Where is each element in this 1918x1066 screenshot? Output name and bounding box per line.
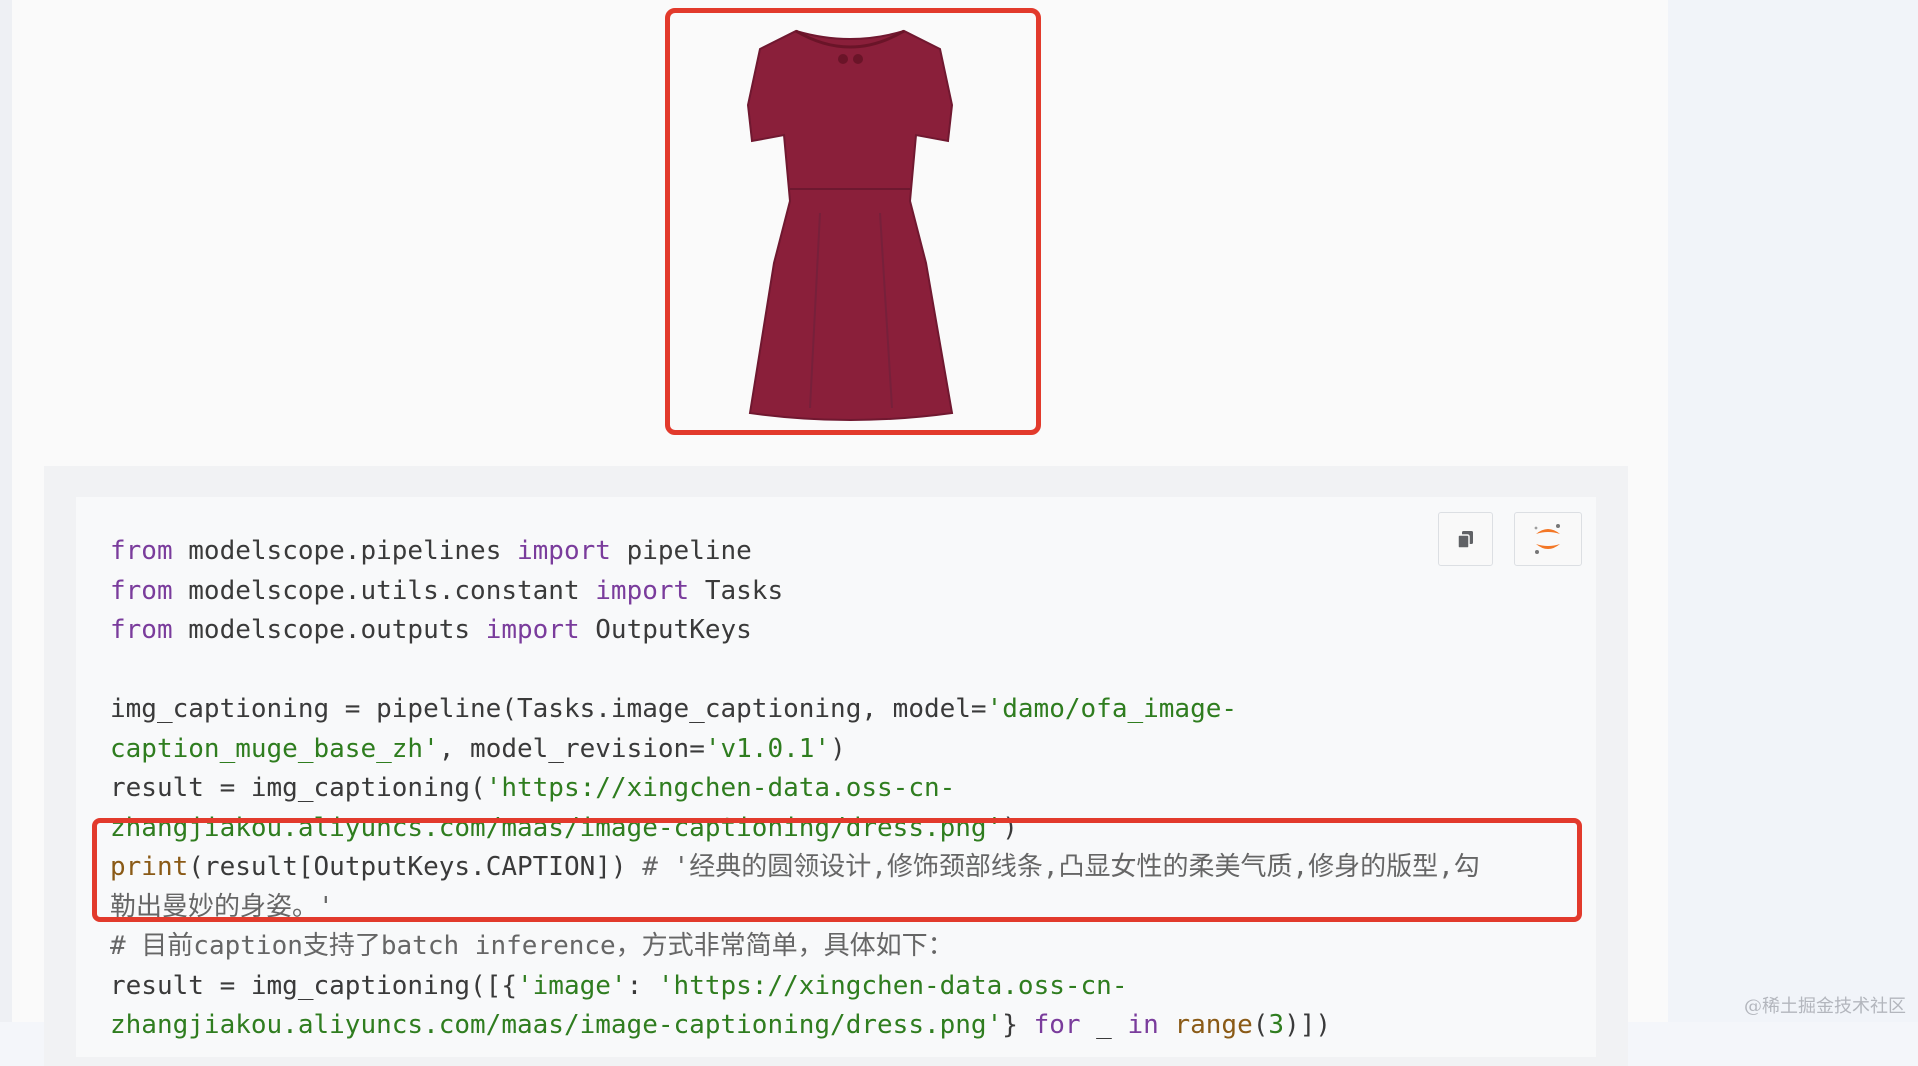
code-token: result = img_captioning([{ [110, 970, 517, 1001]
code-token: import [517, 536, 611, 566]
code-line: from modelscope.utils.constant import Ta… [110, 572, 783, 610]
code-token: pipeline [610, 536, 752, 566]
code-token: 'https://xingchen-data.oss-cn- [485, 773, 956, 803]
jupyter-icon [1534, 524, 1560, 554]
code-line: 勒出曼妙的身姿。' [110, 888, 334, 926]
code-token: for [1033, 1010, 1081, 1040]
code-line: from modelscope.outputs import OutputKey… [110, 611, 752, 649]
code-token: range [1174, 1010, 1253, 1040]
code-token: modelscope.pipelines [172, 536, 517, 566]
dress-image-frame [665, 8, 1041, 435]
code-token: # '经典的圆领设计,修饰颈部线条,凸显女性的柔美气质,修身的版型,勾 [642, 852, 1480, 882]
code-token: img_captioning = pipeline(Tasks.image_ca… [110, 694, 987, 724]
code-line: result = img_captioning([{'image': 'http… [110, 967, 1128, 1005]
copy-code-button[interactable] [1438, 512, 1493, 566]
code-token: # 目前caption支持了batch inference，方式非常简单，具体如… [110, 931, 954, 961]
left-margin [0, 0, 12, 1022]
code-token: from [110, 615, 173, 645]
code-token: 'image' [517, 970, 627, 1001]
code-token: )]) [1284, 1010, 1332, 1040]
code-token: OutputKeys [579, 615, 752, 645]
code-token: , model_revision= [438, 733, 705, 764]
code-token: (result[OutputKeys.CAPTION]) [188, 852, 643, 882]
code-line: print(result[OutputKeys.CAPTION]) # '经典的… [110, 848, 1480, 886]
code-token: 'v1.0.1' [704, 733, 831, 764]
code-token: 3 [1268, 1010, 1285, 1040]
code-token: print [110, 852, 189, 882]
code-token: ) [1002, 812, 1018, 843]
red-dress-image [746, 29, 954, 421]
code-token: 'damo/ofa_image- [986, 694, 1238, 724]
code-token: } [1002, 1010, 1034, 1040]
right-sidebar [1668, 0, 1918, 1022]
code-token: zhangjiakou.aliyuncs.com/maas/image-capt… [110, 1010, 1003, 1040]
code-token: 'https://xingchen-data.oss-cn- [657, 970, 1128, 1001]
code-line: caption_muge_base_zh', model_revision='v… [110, 730, 846, 768]
code-token: caption_muge_base_zh' [110, 733, 439, 764]
code-token: import [485, 615, 580, 645]
code-token: zhangjiakou.aliyuncs.com/maas/image-capt… [110, 812, 1003, 843]
code-line: result = img_captioning('https://xingche… [110, 769, 955, 807]
code-token: 勒出曼妙的身姿。' [110, 891, 334, 922]
code-token: Tasks [689, 575, 784, 606]
code-token: modelscope.outputs [172, 615, 486, 645]
code-line: zhangjiakou.aliyuncs.com/maas/image-capt… [110, 1006, 1331, 1044]
code-token: from [110, 536, 173, 566]
code-token: result = img_captioning( [110, 773, 486, 803]
code-token: import [595, 575, 690, 606]
watermark: @稀土掘金技术社区 [1744, 996, 1906, 1017]
open-in-notebook-button[interactable] [1514, 512, 1582, 566]
code-token: in [1127, 1010, 1159, 1040]
code-token: ) [830, 733, 846, 764]
code-line: img_captioning = pipeline(Tasks.image_ca… [110, 690, 1237, 728]
code-token: ( [1252, 1010, 1269, 1040]
code-token: modelscope.utils.constant [172, 575, 596, 606]
code-token: _ [1080, 1010, 1128, 1040]
code-token: : [626, 970, 658, 1001]
code-line: from modelscope.pipelines import pipelin… [110, 532, 752, 570]
code-line: # 目前caption支持了batch inference，方式非常简单，具体如… [110, 927, 954, 965]
copy-icon [1456, 531, 1473, 549]
code-token: from [110, 575, 173, 606]
code-line: zhangjiakou.aliyuncs.com/maas/image-capt… [110, 809, 1018, 847]
